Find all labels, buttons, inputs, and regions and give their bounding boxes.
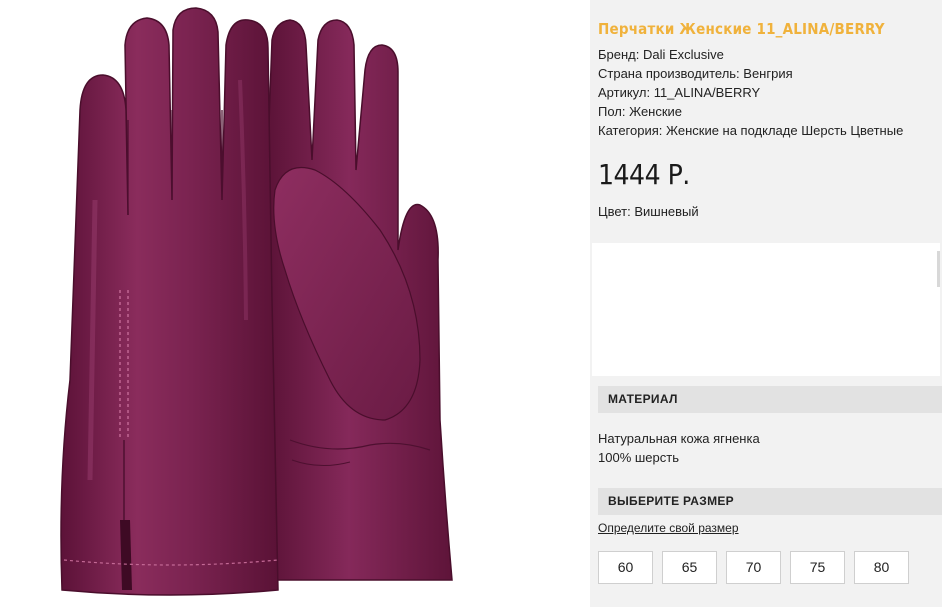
- product-image[interactable]: [0, 0, 590, 607]
- size-option-65[interactable]: 65: [662, 551, 717, 584]
- spec-brand: Бренд: Dali Exclusive: [598, 47, 724, 62]
- size-option-70[interactable]: 70: [726, 551, 781, 584]
- product-price: 1444 Р.: [598, 158, 690, 191]
- size-heading: ВЫБЕРИТЕ РАЗМЕР: [598, 488, 942, 515]
- material-heading: МАТЕРИАЛ: [598, 386, 942, 413]
- scroll-edge[interactable]: [937, 251, 940, 287]
- color-swatch-area: [592, 243, 940, 376]
- size-option-75[interactable]: 75: [790, 551, 845, 584]
- product-color: Цвет: Вишневый: [598, 204, 699, 219]
- product-info-panel: Перчатки Женские 11_ALINA/BERRY Бренд: D…: [590, 0, 942, 607]
- product-specs: Бренд: Dali Exclusive Страна производите…: [598, 45, 903, 140]
- spec-article: Артикул: 11_ALINA/BERRY: [598, 85, 761, 100]
- size-guide-link[interactable]: Определите свой размер: [598, 521, 739, 535]
- spec-country: Страна производитель: Венгрия: [598, 66, 793, 81]
- size-option-60[interactable]: 60: [598, 551, 653, 584]
- material-line: Натуральная кожа ягненка: [598, 431, 760, 446]
- spec-gender: Пол: Женские: [598, 104, 683, 119]
- material-line: 100% шерсть: [598, 450, 679, 465]
- size-option-80[interactable]: 80: [854, 551, 909, 584]
- spec-category: Категория: Женские на подкладе Шерсть Цв…: [598, 123, 904, 138]
- product-title: Перчатки Женские 11_ALINA/BERRY: [598, 20, 885, 38]
- size-options: 60 65 70 75 80: [598, 551, 909, 584]
- material-description: Натуральная кожа ягненка 100% шерсть: [598, 429, 760, 467]
- glove-illustration: [60, 7, 453, 596]
